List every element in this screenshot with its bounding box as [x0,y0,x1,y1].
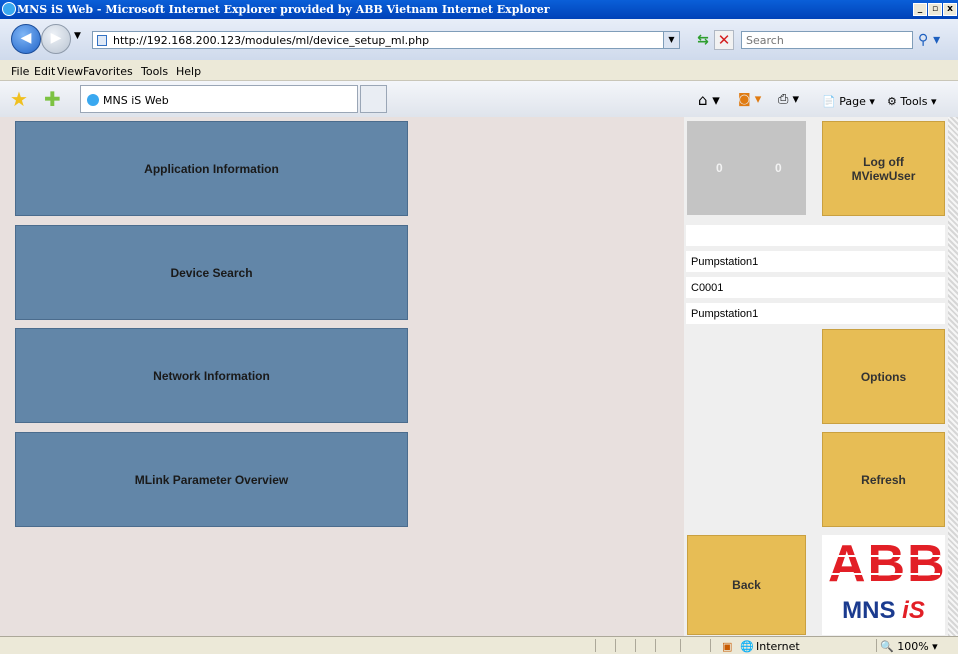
status-cell [635,639,636,652]
protected-mode-icon: ▣ [722,640,733,653]
device-search-button[interactable]: Device Search [15,225,408,320]
vertical-scrollbar[interactable] [948,117,958,636]
mlink-parameter-overview-button[interactable]: MLink Parameter Overview [15,432,408,527]
address-bar[interactable]: http://192.168.200.123/modules/ml/device… [92,31,680,49]
status-cell [710,639,711,652]
search-icon[interactable]: ⚲ ▾ [918,31,946,49]
window-title: MNS iS Web - Microsoft Internet Explorer… [17,3,550,16]
status-cell [615,639,616,652]
logo-stripe [828,555,940,557]
zone-label: Internet [756,640,800,653]
menu-edit[interactable]: Edit [34,65,55,78]
status-left-value: 0 [716,161,723,175]
arrow-right-icon: ▶ [50,30,62,46]
print-icon[interactable]: ⎙ ▾ [778,92,799,107]
tools-menu[interactable]: ⚙ Tools ▾ [887,95,937,108]
menu-help[interactable]: Help [176,65,201,78]
logoff-label: Log off [863,154,904,169]
search-input[interactable] [742,32,910,48]
browser-tab[interactable]: MNS iS Web [80,85,358,113]
logoff-button[interactable]: Log off MViewUser [822,121,945,216]
home-icon[interactable]: ⌂ ▾ [698,91,720,109]
logo-stripe [828,573,940,575]
tools-menu-label: Tools [900,95,928,108]
menu-bar: File Edit View Favorites Tools Help [0,61,958,81]
tab-label: MNS iS Web [103,94,169,107]
arrow-left-icon: ◀ [20,30,32,46]
status-box: 0 0 [687,121,806,215]
info-field-station: Pumpstation1 [686,251,945,272]
search-box[interactable] [741,31,913,49]
maximize-icon[interactable]: ▫ [928,3,942,16]
abb-brand: ABB [828,535,947,593]
feeds-icon[interactable]: ◙ ▾ [738,92,761,107]
menu-file[interactable]: File [11,65,29,78]
mns-product: MNS iS [842,597,925,624]
info-field-device: C0001 [686,277,945,298]
address-dropdown-icon[interactable]: ▼ [663,32,679,48]
refresh-button[interactable]: Refresh [822,432,945,527]
menu-view[interactable]: View [57,65,83,78]
history-dropdown-icon[interactable]: ▼ [74,31,81,41]
add-favorite-icon[interactable]: ✚ [44,87,61,111]
menu-favorites[interactable]: Favorites [83,65,133,78]
address-url[interactable]: http://192.168.200.123/modules/ml/device… [113,34,429,47]
back-nav-button[interactable]: ◀ [11,24,41,54]
window-title-bar: MNS iS Web - Microsoft Internet Explorer… [0,0,958,19]
tab-favicon [87,94,99,106]
application-information-button[interactable]: Application Information [15,121,408,216]
new-tab-button[interactable] [360,85,387,113]
stop-icon[interactable]: ✕ [714,30,734,50]
page-menu[interactable]: 📄 Page ▾ [822,95,875,108]
zoom-control[interactable]: 🔍 100% ▾ [880,640,938,653]
options-button[interactable]: Options [822,329,945,424]
favorites-star-icon[interactable]: ★ [10,87,28,111]
refresh-icon[interactable]: ⇆ [695,32,711,48]
network-information-button[interactable]: Network Information [15,328,408,423]
close-icon[interactable]: x [943,3,957,16]
status-right-value: 0 [775,161,782,175]
status-cell [595,639,596,652]
zoom-icon: 🔍 [880,640,894,653]
zoom-level: 100% [897,640,929,653]
abb-logo: ABB MNS iS [822,535,945,635]
minimize-icon[interactable]: _ [913,3,927,16]
internet-zone-icon: 🌐 [740,640,754,653]
info-field-empty [686,225,945,246]
menu-tools[interactable]: Tools [141,65,168,78]
status-cell [876,639,877,652]
gear-icon: ⚙ [887,95,897,108]
page-icon [97,35,107,46]
status-bar: ▣ 🌐 Internet 🔍 100% ▾ [0,636,958,654]
forward-nav-button[interactable]: ▶ [41,24,71,54]
back-button[interactable]: Back [687,535,806,635]
ie-logo-icon [2,2,16,16]
status-cell [655,639,656,652]
page-menu-icon: 📄 [822,95,836,108]
page-menu-label: Page [839,95,866,108]
info-field-station-2: Pumpstation1 [686,303,945,324]
logoff-user: MViewUser [851,168,916,183]
status-cell [680,639,681,652]
